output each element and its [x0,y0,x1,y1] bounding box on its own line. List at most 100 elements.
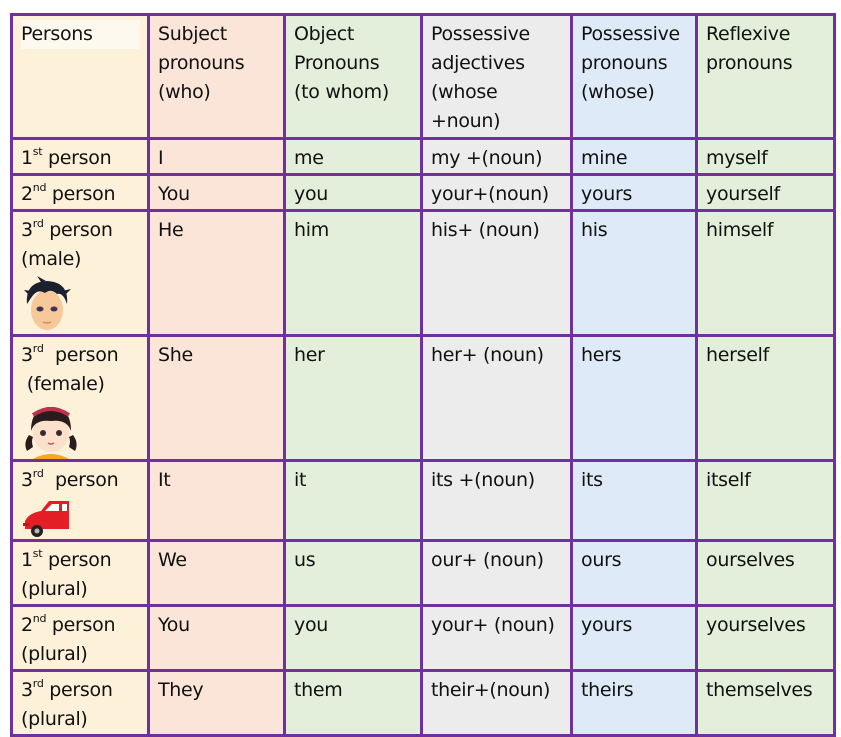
header-line: Possessive [431,23,530,45]
cell-reflexive-pronoun: itself [695,459,836,542]
cell-subject-pronoun: I [147,137,286,176]
cell-possessive-pronoun: his [570,209,698,337]
ordinal-suffix: st [32,144,43,158]
possessive-pronoun: yours [581,614,633,636]
header-line: Persons [21,20,140,49]
reflexive-pronoun: themselves [706,679,813,701]
possessive-pronoun: yours [581,183,633,205]
subject-pronoun: He [158,219,184,241]
header-possessive-adjectives: Possessive adjectives (whose +noun) [420,13,573,140]
person-word: person [43,679,113,701]
cell-possessive-pronoun: theirs [570,669,698,737]
header-line: Possessive [581,23,680,45]
person-label: 3rd person [21,676,140,705]
person-label: 1st person [21,144,140,173]
reflexive-pronoun: yourselves [706,614,806,636]
person-qualifier: (male) [21,248,82,270]
header-line: Reflexive [706,23,791,45]
cell-possessive-adjective: their+(noun) [420,669,573,737]
table-row: 1st person I me my +(noun) mine myself [10,137,836,176]
cell-possessive-adjective: your+ (noun) [420,604,573,672]
possessive-pronoun: his [581,219,608,241]
object-pronoun: us [294,549,316,571]
cell-reflexive-pronoun: herself [695,334,836,462]
reflexive-pronoun: ourselves [706,549,795,571]
cell-person: 3rd person (female) [10,334,150,462]
table-row: 2nd person (plural) You you your+ (noun)… [10,604,836,672]
person-number: 2 [21,183,33,205]
cell-possessive-adjective: your+(noun) [420,173,573,212]
person-label: 3rd person [21,216,140,245]
ordinal-suffix: nd [32,611,47,625]
cell-possessive-adjective: his+ (noun) [420,209,573,337]
possessive-pronoun: mine [581,147,628,169]
person-label: 1st person [21,546,140,575]
table-row: 3rd person (male) He him his+ (noun) his… [10,209,836,337]
ordinal-suffix: rd [32,216,44,230]
cell-subject-pronoun: She [147,334,286,462]
cell-reflexive-pronoun: myself [695,137,836,176]
cell-person: 2nd person [10,173,150,212]
header-line: Pronouns [294,52,380,74]
person-word: person [42,147,112,169]
cell-possessive-pronoun: mine [570,137,698,176]
ordinal-suffix: nd [32,180,47,194]
possessive-adjective: her+ (noun) [431,344,544,366]
header-reflexive-pronouns: Reflexive pronouns [695,13,836,140]
person-number: 1 [21,147,33,169]
person-number: 1 [21,549,33,571]
cell-subject-pronoun: You [147,604,286,672]
cell-reflexive-pronoun: yourself [695,173,836,212]
cell-subject-pronoun: He [147,209,286,337]
person-word: person [46,183,116,205]
possessive-adjective: your+ (noun) [431,614,555,636]
subject-pronoun: You [158,183,190,205]
cell-possessive-pronoun: its [570,459,698,542]
subject-pronoun: They [158,679,204,701]
person-label: 3rd person [21,341,140,370]
object-pronoun: you [294,614,329,636]
cell-reflexive-pronoun: yourselves [695,604,836,672]
cell-object-pronoun: it [283,459,423,542]
cell-person: 3rd person (plural) [10,669,150,737]
cell-person: 2nd person (plural) [10,604,150,672]
possessive-adjective: our+ (noun) [431,549,544,571]
cell-person: 3rd person (male) [10,209,150,337]
cell-object-pronoun: you [283,604,423,672]
person-number: 3 [21,679,33,701]
object-pronoun: them [294,679,343,701]
person-word: person [43,469,119,491]
cell-possessive-pronoun: ours [570,539,698,607]
table-row: 3rd person (plural) They them their+(nou… [10,669,836,737]
person-number: 3 [21,219,33,241]
object-pronoun: me [294,147,324,169]
object-pronoun: it [294,469,307,491]
cell-object-pronoun: him [283,209,423,337]
cell-subject-pronoun: You [147,173,286,212]
possessive-pronoun: theirs [581,679,634,701]
object-pronoun: him [294,219,329,241]
cell-possessive-pronoun: yours [570,173,698,212]
cell-person: 3rd person [10,459,150,542]
person-word: person [42,549,112,571]
header-line: (whose [431,81,498,103]
reflexive-pronoun: himself [706,219,774,241]
header-line: pronouns [581,52,668,74]
subject-pronoun: We [158,549,187,571]
boy-face-icon [21,276,140,334]
cell-object-pronoun: them [283,669,423,737]
girl-face-icon [21,401,140,459]
cell-possessive-adjective: our+ (noun) [420,539,573,607]
header-persons: Persons [10,13,150,140]
possessive-pronoun: its [581,469,603,491]
header-line: pronouns [158,52,245,74]
person-word: person [43,344,119,366]
header-object-pronouns: Object Pronouns (to whom) [283,13,423,140]
ordinal-suffix: rd [32,341,44,355]
table-row: 2nd person You you your+(noun) yours you… [10,173,836,212]
cell-possessive-adjective: its +(noun) [420,459,573,542]
header-line: Subject [158,23,227,45]
cell-possessive-pronoun: hers [570,334,698,462]
pronoun-table: Persons Subject pronouns (who) Object Pr… [10,13,836,737]
cell-subject-pronoun: We [147,539,286,607]
